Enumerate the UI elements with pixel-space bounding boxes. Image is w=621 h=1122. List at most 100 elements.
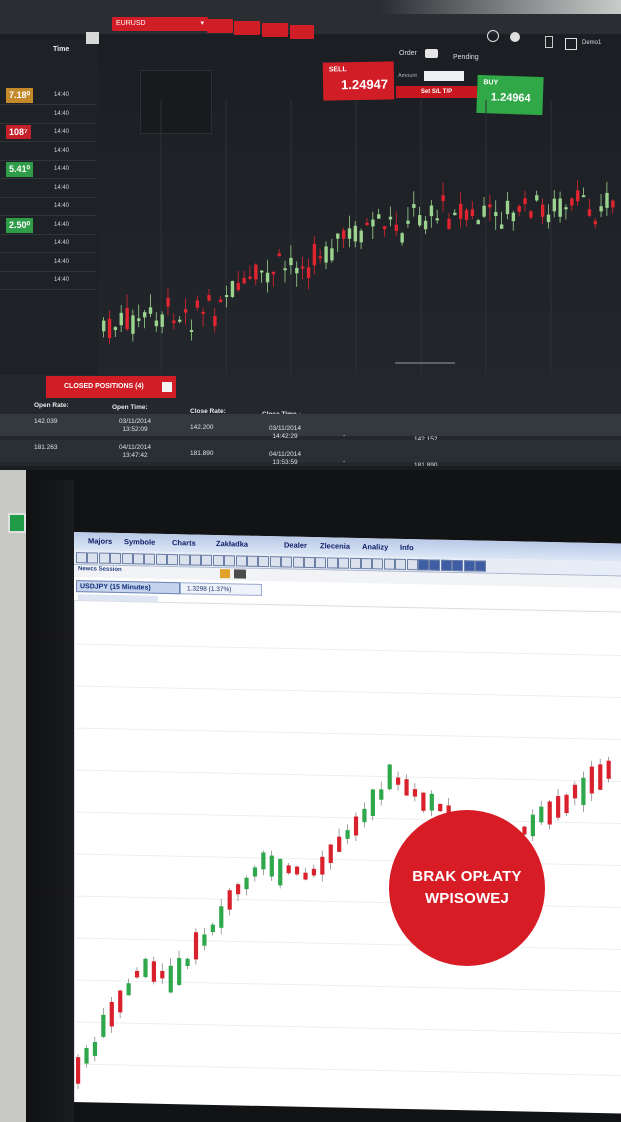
toolbar-icon[interactable] (418, 559, 429, 571)
chart-window-title: USDJPY (15 Minutes) (80, 583, 151, 592)
refresh-button[interactable] (290, 25, 314, 39)
candle-body (125, 307, 129, 330)
left-strip (0, 470, 26, 1122)
candle-body (76, 1057, 81, 1084)
instrument-time: 14:40 (54, 240, 70, 246)
toolbar-icon[interactable] (315, 557, 327, 569)
toolbar-icon[interactable] (121, 553, 133, 565)
toolbar-icon[interactable] (76, 552, 87, 564)
table-row[interactable] (0, 414, 621, 436)
menu-item[interactable]: Majors (88, 536, 112, 546)
candle-body (107, 318, 112, 339)
toolbar-icon[interactable] (361, 558, 372, 570)
toolbar-icon[interactable] (201, 554, 213, 566)
toolbar-icon[interactable] (235, 555, 247, 567)
candle-body (540, 204, 545, 217)
theme-icon[interactable] (510, 32, 520, 42)
menu-item[interactable]: Zlecenia (320, 541, 350, 551)
instrument-row[interactable]: 14:40 2.50⁰ (0, 217, 96, 235)
menu-item[interactable]: Dealer (284, 540, 307, 549)
table-header[interactable]: Open Rate: (34, 402, 69, 409)
chart-window-tab[interactable]: USDJPY (15 Minutes) (76, 580, 180, 595)
indicator-button[interactable] (234, 21, 260, 35)
table-cell: 181.263 (34, 444, 58, 451)
chart-scroll-handle[interactable] (395, 362, 455, 364)
toolbar-icon[interactable] (326, 557, 338, 569)
candle-body (476, 220, 480, 225)
chart-type-button[interactable] (262, 23, 288, 37)
symbol-select[interactable]: EURUSD ▾ (112, 17, 208, 31)
toolbar-icon[interactable] (212, 554, 224, 567)
instrument-time: 14:40 (54, 166, 70, 172)
grid-line (72, 1021, 621, 1034)
instrument-row[interactable]: 14:40 7.18⁰ (0, 88, 96, 105)
toolbar-icon[interactable] (349, 557, 361, 570)
instrument-row[interactable]: 14:40 (0, 107, 96, 124)
toolbar-icon[interactable] (452, 559, 464, 572)
close-icon[interactable] (162, 382, 172, 392)
instrument-row[interactable]: 14:40 (0, 255, 96, 272)
toolbar-icon[interactable] (155, 553, 167, 565)
toolbar-icon[interactable] (258, 555, 270, 568)
toolbar-icon[interactable] (440, 559, 452, 571)
sell-button[interactable]: SELL 1.24947 (322, 61, 395, 101)
instrument-row[interactable]: 14:40 (0, 199, 96, 216)
candle-body (404, 779, 409, 796)
toolbar-icon[interactable] (87, 552, 99, 564)
table-cell: - (343, 432, 346, 439)
closed-positions-tab[interactable]: CLOSED POSITIONS (4) (46, 376, 176, 398)
set-sl-tp-button[interactable]: Set S/L T/P (396, 86, 477, 98)
instrument-row[interactable]: 14:40 5.41⁰ (0, 162, 96, 179)
instrument-row[interactable]: 14:40 (0, 144, 96, 161)
toolbar-icon[interactable] (406, 559, 418, 571)
toolbar-icon[interactable] (475, 560, 486, 572)
toolbar-icon[interactable] (247, 555, 258, 567)
candle-body (382, 226, 387, 230)
toolbar-icon[interactable] (383, 558, 395, 570)
toolbar-icon[interactable] (269, 556, 281, 568)
instrument-row[interactable]: 14:40 (0, 236, 96, 253)
toolbar-icon[interactable] (190, 554, 201, 566)
candle-body (134, 970, 140, 978)
toolbar-icon[interactable] (463, 560, 475, 572)
menu-item[interactable]: Charts (172, 538, 196, 547)
toolbar-icon[interactable] (304, 556, 315, 569)
notification-icon[interactable] (545, 36, 553, 48)
menu-item[interactable]: Zakładka (216, 539, 248, 549)
table-cell: 142.200 (190, 424, 214, 431)
panel-menu-icon[interactable] (86, 32, 99, 44)
toolbar-icon[interactable] (98, 552, 110, 564)
toolbar-icon[interactable] (167, 553, 179, 566)
candle-body (605, 192, 609, 208)
toolbar-icon[interactable] (144, 553, 156, 565)
info-icon[interactable] (487, 30, 499, 42)
toolbar-icon[interactable] (372, 558, 384, 570)
toolbar-icon[interactable] (338, 557, 350, 569)
candle-body (213, 315, 217, 326)
instrument-row[interactable]: 14:40 (0, 273, 96, 290)
instrument-row[interactable]: 14:40 108⁷ (0, 125, 96, 142)
table-row[interactable] (0, 440, 621, 462)
candle-body (539, 806, 544, 823)
toolbar-icon[interactable] (429, 559, 441, 571)
menu-item[interactable]: Analizy (362, 542, 388, 552)
menu-item[interactable]: Info (400, 543, 414, 552)
toolbar-icon[interactable] (292, 556, 304, 568)
chart-info-tab[interactable]: 1.3298 (1.37%) (180, 582, 262, 596)
amount-label: Amount (398, 73, 417, 79)
user-icon[interactable] (565, 38, 577, 50)
toolbar-icon[interactable] (133, 553, 144, 565)
menu-item[interactable]: Symbole (124, 537, 155, 547)
toolbar-icon[interactable] (110, 552, 122, 565)
candle-body (418, 215, 422, 226)
toolbar-icon[interactable] (224, 555, 236, 567)
timeframe-button[interactable] (207, 19, 233, 33)
toolbar-icon[interactable] (178, 554, 190, 566)
amount-input[interactable] (424, 71, 464, 81)
table-header[interactable]: Open Time: (112, 404, 148, 411)
toolbar-icon[interactable] (281, 556, 293, 568)
instrument-time: 14:40 (54, 203, 70, 209)
toolbar-icon[interactable] (395, 558, 407, 571)
order-type-toggle[interactable] (425, 49, 438, 58)
instrument-row[interactable]: 14:40 (0, 181, 96, 198)
